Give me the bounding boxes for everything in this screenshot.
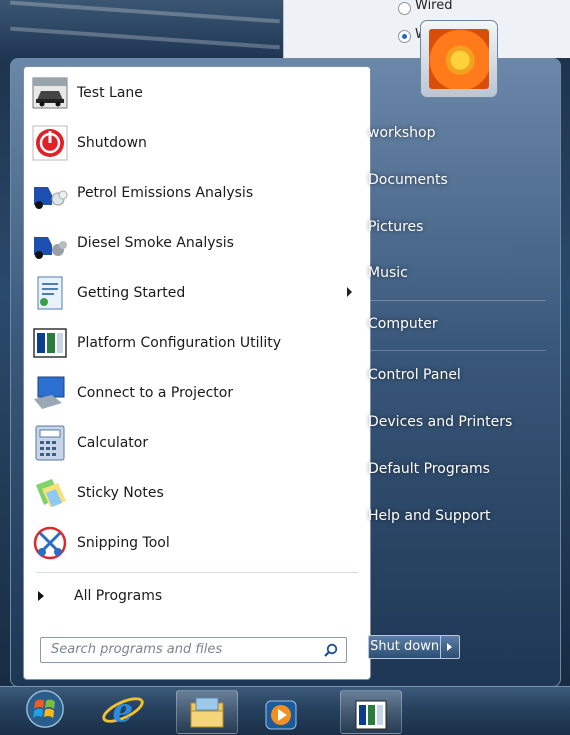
program-label: Shutdown [77, 135, 147, 151]
diesel-smoke-icon [32, 225, 68, 261]
car-icon [32, 75, 68, 111]
platform-config-taskbar-icon[interactable] [355, 695, 387, 735]
shutdown-options-arrow-icon[interactable] [441, 635, 460, 659]
program-label: Test Lane [77, 85, 143, 101]
programs-pane: Test Lane Shutdown Petrol Emissions Anal… [23, 66, 371, 680]
search-icon[interactable] [324, 643, 338, 657]
program-label: Petrol Emissions Analysis [77, 185, 254, 201]
all-programs-label: All Programs [74, 588, 163, 604]
shutdown-split-button: Shut down [368, 635, 460, 659]
program-getting-started[interactable]: Getting Started [28, 271, 366, 315]
sticky-notes-icon [32, 475, 68, 511]
right-link-pictures[interactable]: Pictures [368, 219, 423, 235]
all-programs-button[interactable]: All Programs [38, 582, 162, 610]
expand-arrow-icon [38, 591, 44, 601]
right-link-devices-and-printers[interactable]: Devices and Printers [368, 414, 512, 430]
right-link-documents[interactable]: Documents [368, 172, 448, 188]
program-label: Diesel Smoke Analysis [77, 235, 234, 251]
right-link-help-and-support[interactable]: Help and Support [368, 508, 491, 524]
program-test-lane[interactable]: Test Lane [28, 71, 366, 115]
right-link-control-panel[interactable]: Control Panel [368, 367, 461, 383]
right-link-workshop[interactable]: workshop [368, 125, 436, 141]
program-snipping-tool[interactable]: Snipping Tool [28, 521, 366, 565]
right-link-computer[interactable]: Computer [368, 316, 438, 332]
window-reflection [10, 26, 280, 50]
shutdown-button[interactable]: Shut down [368, 635, 442, 659]
calculator-icon [32, 425, 68, 461]
program-diesel-smoke-analysis[interactable]: Diesel Smoke Analysis [28, 221, 366, 265]
radio-wireless[interactable] [398, 30, 411, 43]
radio-wired-label: Wired [415, 0, 453, 13]
projector-icon [32, 375, 68, 411]
file-explorer-icon[interactable] [188, 693, 226, 733]
taskbar: e [0, 686, 570, 735]
start-orb-icon[interactable] [20, 689, 70, 729]
program-label: Getting Started [77, 285, 186, 301]
user-account-picture[interactable] [420, 20, 498, 98]
program-label: Sticky Notes [77, 485, 164, 501]
program-connect-to-a-projector[interactable]: Connect to a Projector [28, 371, 366, 415]
svg-text:e: e [113, 691, 134, 729]
getting-started-icon [32, 275, 68, 311]
program-platform-configuration-utility[interactable]: Platform Configuration Utility [28, 321, 366, 365]
search-input[interactable]: Search programs and files [40, 637, 347, 663]
program-label: Calculator [77, 435, 149, 451]
window-reflection [10, 0, 280, 24]
internet-explorer-icon[interactable]: e [98, 690, 148, 730]
program-calculator[interactable]: Calculator [28, 421, 366, 465]
right-separator [368, 300, 546, 301]
programs-separator [36, 572, 358, 573]
power-icon [32, 125, 68, 161]
right-link-default-programs[interactable]: Default Programs [368, 461, 490, 477]
program-label: Snipping Tool [77, 535, 170, 551]
search-placeholder: Search programs and files [51, 642, 223, 657]
program-shutdown[interactable]: Shutdown [28, 121, 366, 165]
snipping-tool-icon [32, 525, 68, 561]
right-separator [368, 350, 546, 351]
right-link-music[interactable]: Music [368, 265, 408, 281]
flower-avatar-image [429, 29, 489, 89]
program-sticky-notes[interactable]: Sticky Notes [28, 471, 366, 515]
radio-wired[interactable] [398, 2, 411, 15]
submenu-arrow-icon[interactable] [347, 287, 352, 297]
media-player-icon[interactable] [264, 695, 300, 735]
program-petrol-emissions-analysis[interactable]: Petrol Emissions Analysis [28, 171, 366, 215]
start-menu: Test Lane Shutdown Petrol Emissions Anal… [10, 58, 561, 687]
platform-config-icon [32, 325, 68, 361]
petrol-emissions-icon [32, 175, 68, 211]
program-label: Platform Configuration Utility [77, 335, 282, 351]
program-label: Connect to a Projector [77, 385, 234, 401]
